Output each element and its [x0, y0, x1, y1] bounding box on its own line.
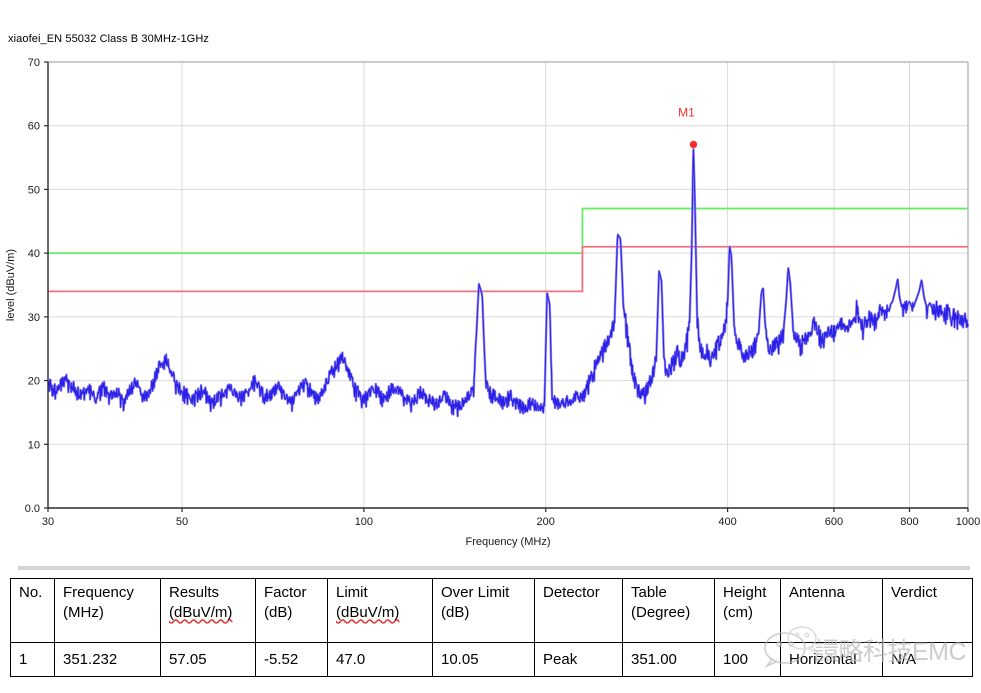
y-axis-tick-label: 10	[28, 439, 40, 451]
x-axis-tick-label: 30	[42, 516, 54, 528]
emc-emission-report-page: xiaofei_EN 55032 Class B 30MHz-1GHz M10.…	[0, 0, 981, 693]
y-axis-tick-label: 0.0	[25, 503, 40, 515]
table-cell-frequency: 351.232	[55, 643, 161, 677]
table-cell-limit: 47.0	[328, 643, 433, 677]
x-axis-tick-label: 1000	[956, 516, 980, 528]
results-table-container: No.Frequency(MHz)Results(dBuV/m)Factor(d…	[10, 578, 972, 677]
x-axis-tick-label: 100	[355, 516, 373, 528]
y-axis-tick-label: 50	[28, 184, 40, 196]
x-axis-tick-label: 800	[900, 516, 918, 528]
x-axis-tick-label: 400	[718, 516, 736, 528]
x-axis-tick-label: 200	[537, 516, 555, 528]
x-axis-tick-label: 50	[176, 516, 188, 528]
y-axis-title: level (dBuV/m)	[5, 249, 17, 321]
table-cell-height: 100	[715, 643, 781, 677]
results-table: No.Frequency(MHz)Results(dBuV/m)Factor(d…	[10, 578, 973, 677]
y-axis-tick-label: 70	[28, 57, 40, 69]
table-cell-table-degree: 351.00	[623, 643, 715, 677]
table-header-cell: Antenna	[781, 579, 883, 643]
table-cell-factor: -5.52	[256, 643, 328, 677]
table-cell-detector: Peak	[535, 643, 623, 677]
table-header-cell: Table(Degree)	[623, 579, 715, 643]
table-header-cell: Frequency(MHz)	[55, 579, 161, 643]
table-header-cell: Height(cm)	[715, 579, 781, 643]
x-axis-tick-label: 600	[825, 516, 843, 528]
marker-point	[690, 141, 696, 147]
y-axis-tick-label: 40	[28, 248, 40, 260]
chart-panel: xiaofei_EN 55032 Class B 30MHz-1GHz M10.…	[0, 0, 981, 560]
table-cell-antenna: Horizontal	[781, 643, 883, 677]
table-cell-no: 1	[11, 643, 55, 677]
table-header-cell: No.	[11, 579, 55, 643]
table-row[interactable]: 1351.23257.05-5.5247.010.05Peak351.00100…	[11, 643, 973, 677]
x-axis-title: Frequency (MHz)	[466, 536, 551, 548]
table-header-cell: Detector	[535, 579, 623, 643]
y-axis-tick-label: 20	[28, 376, 40, 388]
table-cell-over-limit: 10.05	[433, 643, 535, 677]
table-header-cell: Factor(dB)	[256, 579, 328, 643]
table-header-cell: Verdict	[883, 579, 973, 643]
section-divider	[18, 566, 970, 570]
marker-label: M1	[678, 106, 695, 120]
table-header-cell: Limit(dBuV/m)	[328, 579, 433, 643]
table-header-cell: Results(dBuV/m)	[161, 579, 256, 643]
y-axis-tick-label: 60	[28, 121, 40, 133]
table-header-row: No.Frequency(MHz)Results(dBuV/m)Factor(d…	[11, 579, 973, 643]
table-cell-results: 57.05	[161, 643, 256, 677]
table-cell-verdict: N/A	[883, 643, 973, 677]
table-header-cell: Over Limit(dB)	[433, 579, 535, 643]
table-body: 1351.23257.05-5.5247.010.05Peak351.00100…	[11, 643, 973, 677]
emission-plot: M1 0.0 10 20 30 40 50 60 70 30 50 100 200 400 600 800 10…	[0, 0, 981, 560]
y-axis-tick-label: 30	[28, 312, 40, 324]
